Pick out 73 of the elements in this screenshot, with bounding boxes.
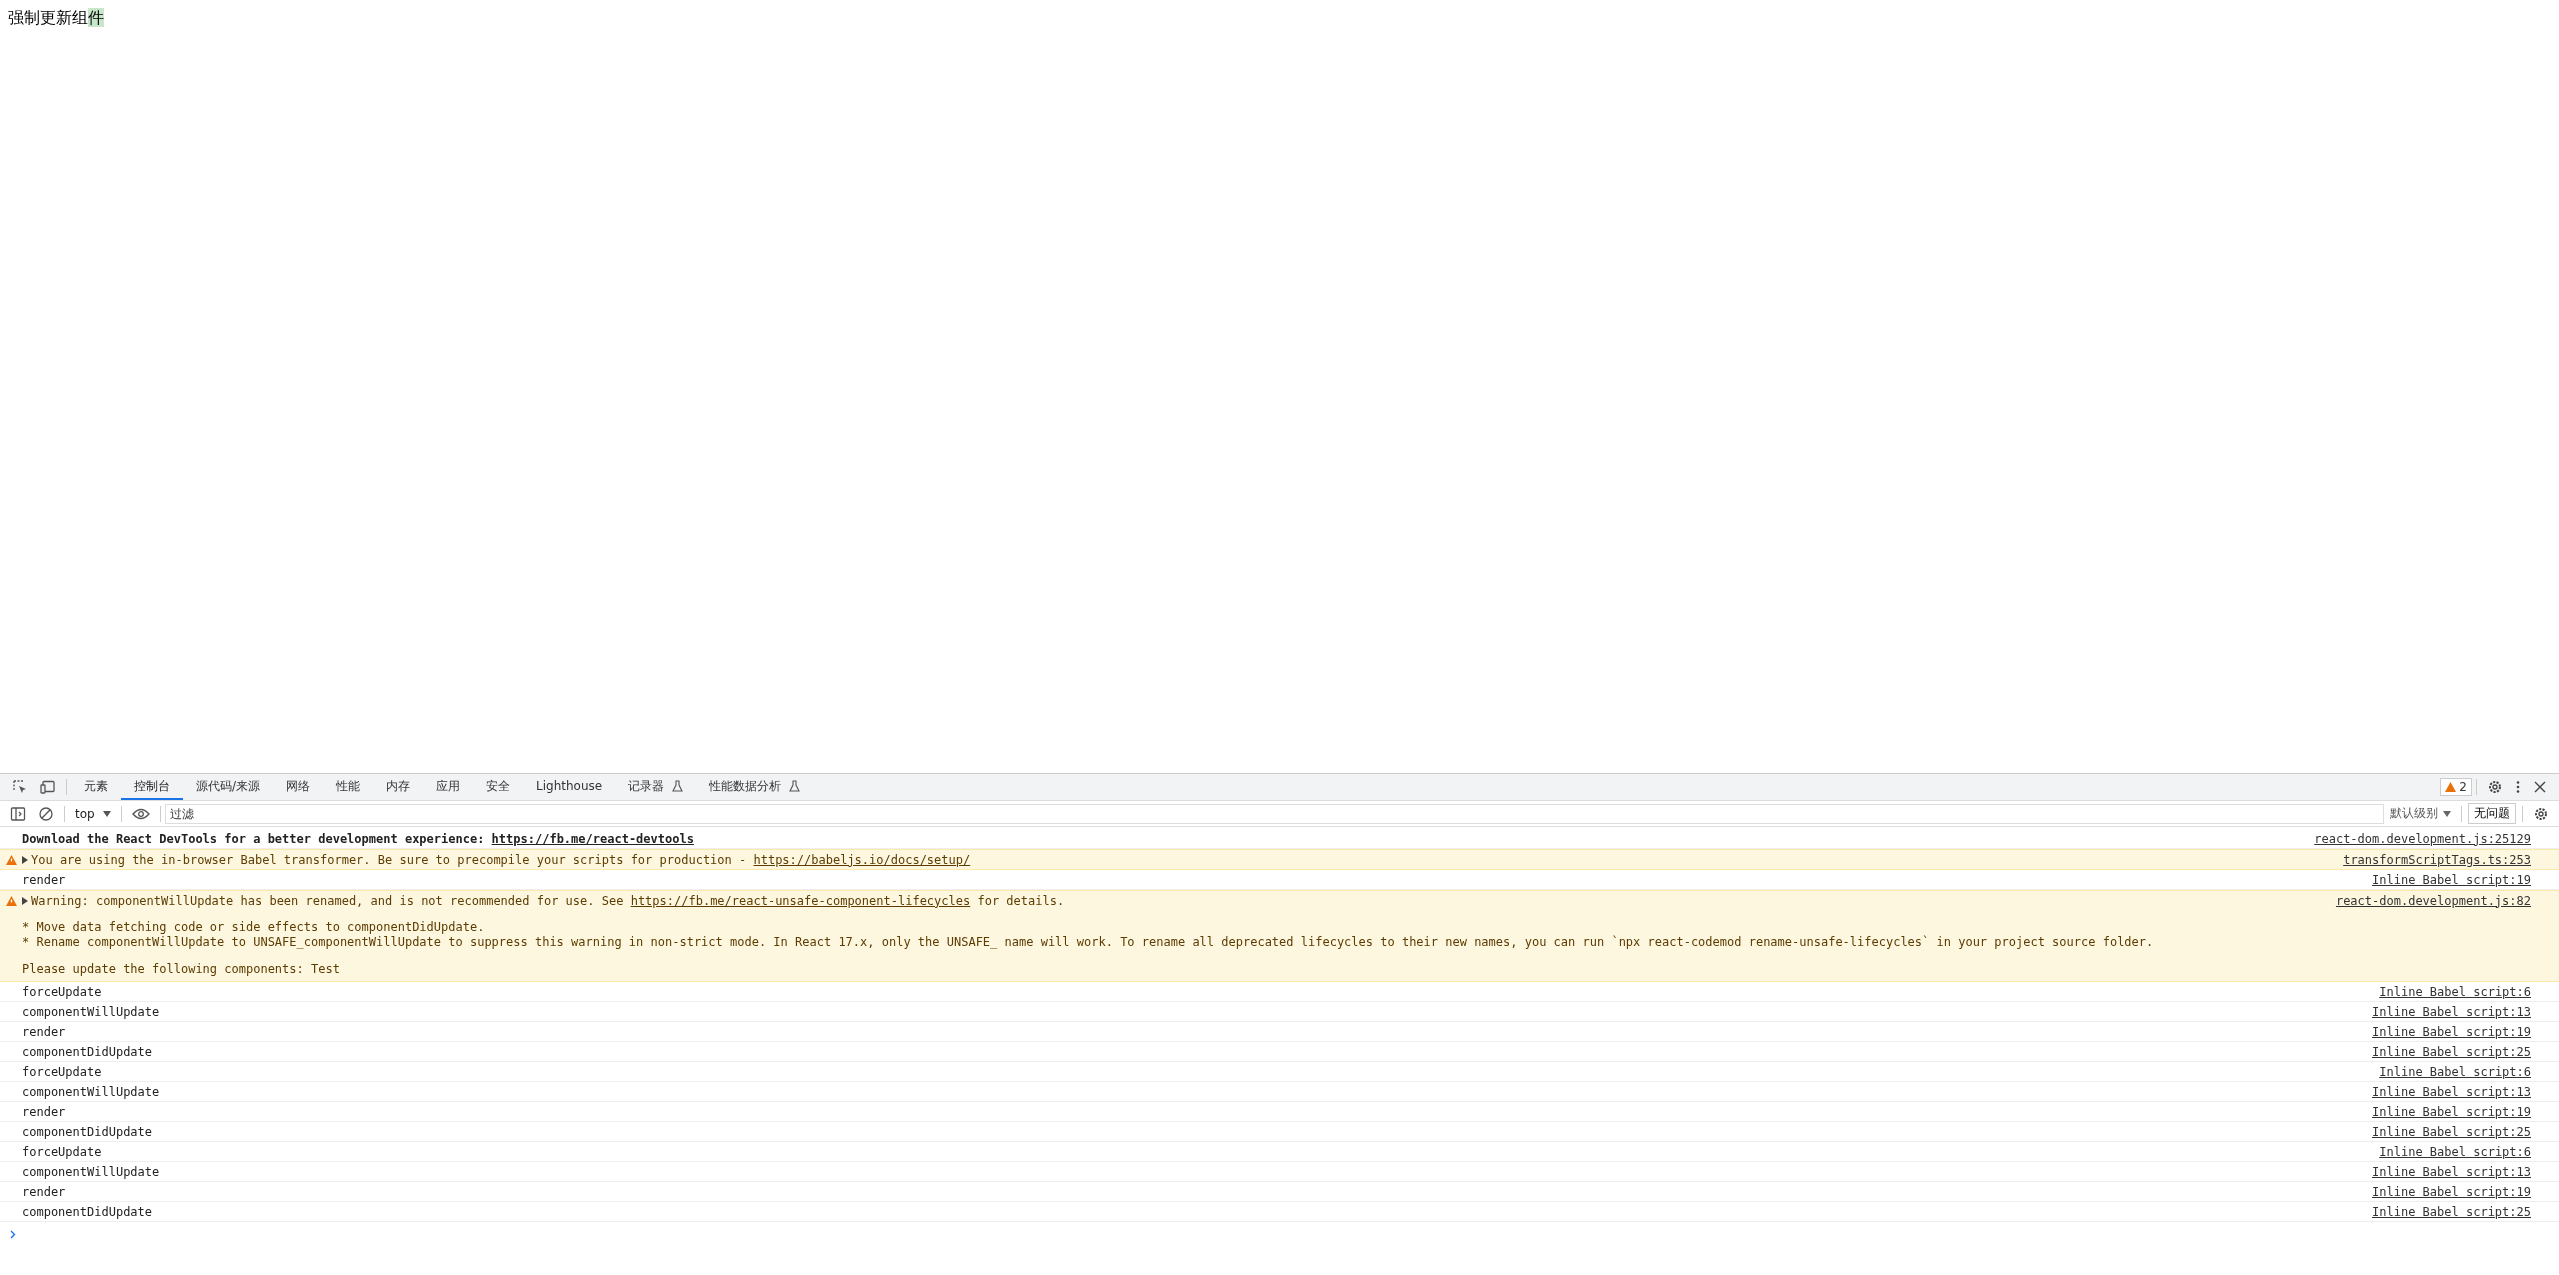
source-link[interactable]: Inline Babel script:19: [2372, 1184, 2531, 1199]
clear-icon[interactable]: [38, 805, 54, 822]
log-message: render: [22, 872, 66, 887]
source-link[interactable]: Inline Babel script:6: [2379, 1144, 2531, 1159]
log-message: forceUpdate: [22, 1144, 102, 1159]
flask-icon: [789, 780, 801, 792]
source-link[interactable]: react-dom.development.js:25129: [2314, 831, 2531, 846]
caret-icon: [102, 810, 111, 817]
panel-tab[interactable]: Lighthouse: [523, 774, 616, 800]
source-link[interactable]: Inline Babel script:19: [2372, 872, 2531, 887]
settings-icon[interactable]: [2487, 779, 2503, 795]
panel-tab[interactable]: 控制台: [121, 774, 183, 800]
log-message: componentDidUpdate: [22, 1204, 153, 1219]
panel-tab[interactable]: 性能数据分析: [696, 774, 814, 800]
console-message: Warning: componentWillUpdate has been renamed, and is not recommended for use. See https://fb.me/react-unsafe-component-lifecycles for details.: [31, 893, 1065, 908]
caret-icon: [2443, 810, 2451, 817]
source-link[interactable]: Inline Babel script:25: [2372, 1044, 2531, 1059]
log-message: componentWillUpdate: [22, 1164, 160, 1179]
panel-tab[interactable]: 应用: [423, 774, 474, 800]
message-link[interactable]: https://babeljs.io/docs/setup/: [753, 852, 971, 867]
flask-icon: [672, 780, 684, 792]
panel-tab[interactable]: 安全: [473, 774, 524, 800]
log-message: componentWillUpdate: [22, 1084, 160, 1099]
more-options-icon[interactable]: [2515, 779, 2521, 795]
log-message: forceUpdate: [22, 984, 102, 999]
source-link[interactable]: Inline Babel script:25: [2372, 1204, 2531, 1219]
page-heading: 强制更新组: [8, 8, 88, 27]
panel-tab[interactable]: 元素: [71, 774, 121, 800]
log-message: render: [22, 1104, 66, 1119]
panel-tab[interactable]: 性能: [323, 774, 374, 800]
log-message: componentWillUpdate: [22, 1004, 160, 1019]
message-link[interactable]: https://fb.me/react-unsafe-component-lifecycles: [630, 893, 971, 908]
warning-icon: [5, 855, 17, 865]
context-dropdown[interactable]: top: [69, 806, 117, 821]
log-level-dropdown[interactable]: 默认级别: [2384, 805, 2457, 822]
source-link[interactable]: Inline Babel script:25: [2372, 1124, 2531, 1139]
log-message: render: [22, 1184, 66, 1199]
log-message: componentDidUpdate: [22, 1044, 153, 1059]
close-icon[interactable]: [2533, 780, 2547, 794]
source-link[interactable]: Inline Babel script:19: [2372, 1104, 2531, 1119]
warnings-badge[interactable]: 2: [2440, 778, 2472, 796]
console-message: Download the React DevTools for a better development experience: https://fb.me/react-devtools: [22, 831, 694, 846]
eye-icon[interactable]: [131, 807, 150, 820]
log-message: forceUpdate: [22, 1064, 102, 1079]
message-link[interactable]: https://fb.me/react-devtools: [491, 831, 694, 846]
sidebar-icon[interactable]: [10, 805, 26, 822]
panel-tab[interactable]: 内存: [373, 774, 424, 800]
source-link[interactable]: transformScriptTags.ts:253: [2343, 852, 2531, 867]
panel-tab[interactable]: 网络: [273, 774, 324, 800]
highlighted-text: 件: [88, 8, 104, 27]
warning-detail: * Move data fetching code or side effects to componentDidUpdate. * Rename componentWillUpdate to UNSAFE_componentWillUpdate to suppress this warning in non-strict mode. In React 17.x, only the UNSAFE_ name will work. To rename all deprecated lifecycles to their new names, you can run `npx react-codemod rename-unsafe-lifecycles` in your project source folder.: [22, 920, 2155, 950]
settings-icon[interactable]: [2533, 805, 2549, 822]
source-link[interactable]: Inline Babel script:6: [2379, 1064, 2531, 1079]
filter-field[interactable]: 过滤: [164, 803, 2384, 824]
source-link[interactable]: Inline Babel script:13: [2372, 1084, 2531, 1099]
log-message: render: [22, 1024, 66, 1039]
source-link[interactable]: react-dom.development.js:82: [2335, 893, 2531, 908]
panel-tab[interactable]: 记录器: [615, 774, 697, 800]
source-link[interactable]: Inline Babel script:13: [2372, 1004, 2531, 1019]
source-link[interactable]: Inline Babel script:13: [2372, 1164, 2531, 1179]
prompt-chevron-icon[interactable]: [10, 1230, 16, 1239]
inspect-icon[interactable]: [12, 779, 28, 795]
warning-icon: [5, 896, 17, 906]
log-message: componentDidUpdate: [22, 1124, 153, 1139]
warning-detail: Please update the following components: Test: [22, 962, 341, 977]
panel-tab[interactable]: 源代码/来源: [183, 774, 274, 800]
console-message: You are using the in-browser Babel transformer. Be sure to precompile your scripts for production - https://babeljs.io/docs/setup/: [31, 852, 971, 867]
source-link[interactable]: Inline Babel script:6: [2379, 984, 2531, 999]
source-link[interactable]: Inline Babel script:19: [2372, 1024, 2531, 1039]
expand-triangle-icon[interactable]: [22, 896, 28, 905]
device-icon[interactable]: [40, 779, 56, 795]
expand-triangle-icon[interactable]: [22, 855, 28, 864]
issues-button[interactable]: 无问题: [2468, 803, 2516, 824]
